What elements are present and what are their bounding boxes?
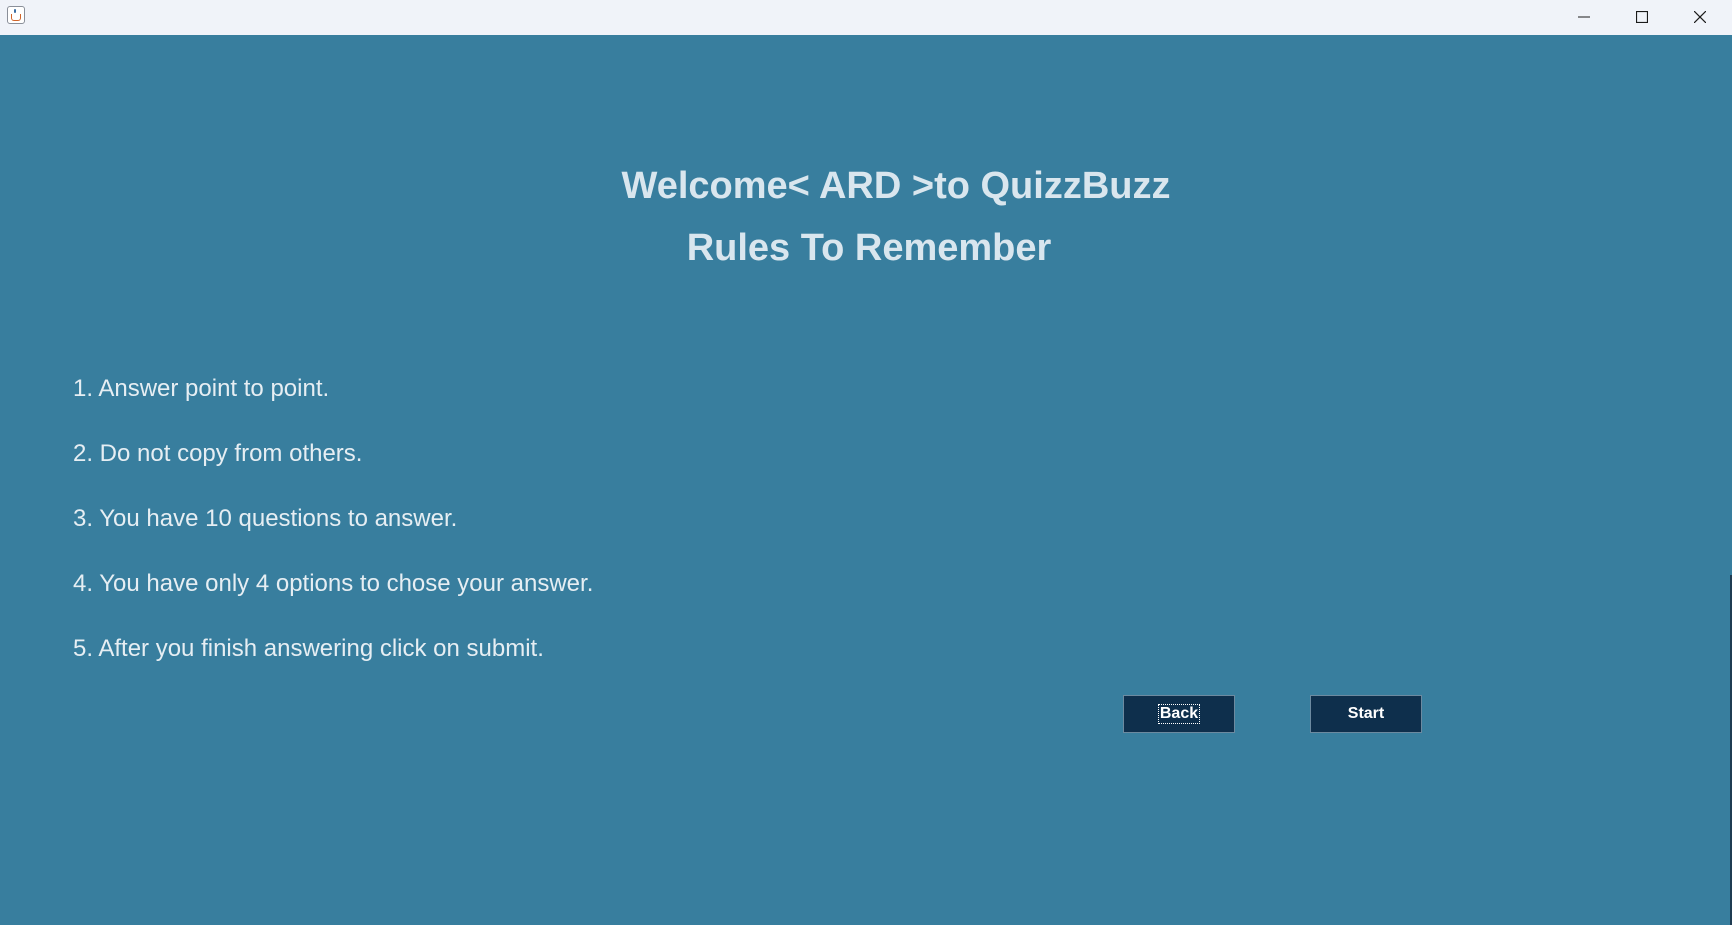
rules-heading: Rules To Remember <box>686 227 1052 269</box>
rule-item: 4. You have only 4 options to chose your… <box>73 570 594 597</box>
rule-item: 2. Do not copy from others. <box>73 440 363 467</box>
back-button-label: Back <box>1157 703 1201 724</box>
close-icon <box>1694 11 1706 23</box>
rule-item: 5. After you finish answering click on s… <box>73 635 544 662</box>
close-button[interactable] <box>1671 0 1729 35</box>
rule-item: 3. You have 10 questions to answer. <box>73 505 458 532</box>
java-cup-icon[interactable] <box>7 6 25 24</box>
start-button-label: Start <box>1347 705 1385 722</box>
minimize-button[interactable] <box>1555 0 1613 35</box>
rules-panel: Welcome< ARD >to QuizzBuzz Rules To Reme… <box>0 35 1732 925</box>
welcome-title: Welcome< ARD >to QuizzBuzz <box>621 165 1171 207</box>
back-button[interactable]: Back <box>1123 695 1235 733</box>
title-bar[interactable] <box>0 0 1732 35</box>
minimize-icon <box>1578 16 1590 18</box>
rules-list: 1. Answer point to point. 2. Do not copy… <box>73 375 593 700</box>
app-window: Welcome< ARD >to QuizzBuzz Rules To Reme… <box>0 0 1732 925</box>
maximize-icon <box>1636 11 1648 23</box>
start-button[interactable]: Start <box>1310 695 1422 733</box>
maximize-button[interactable] <box>1613 0 1671 35</box>
rule-item: 1. Answer point to point. <box>73 375 330 402</box>
